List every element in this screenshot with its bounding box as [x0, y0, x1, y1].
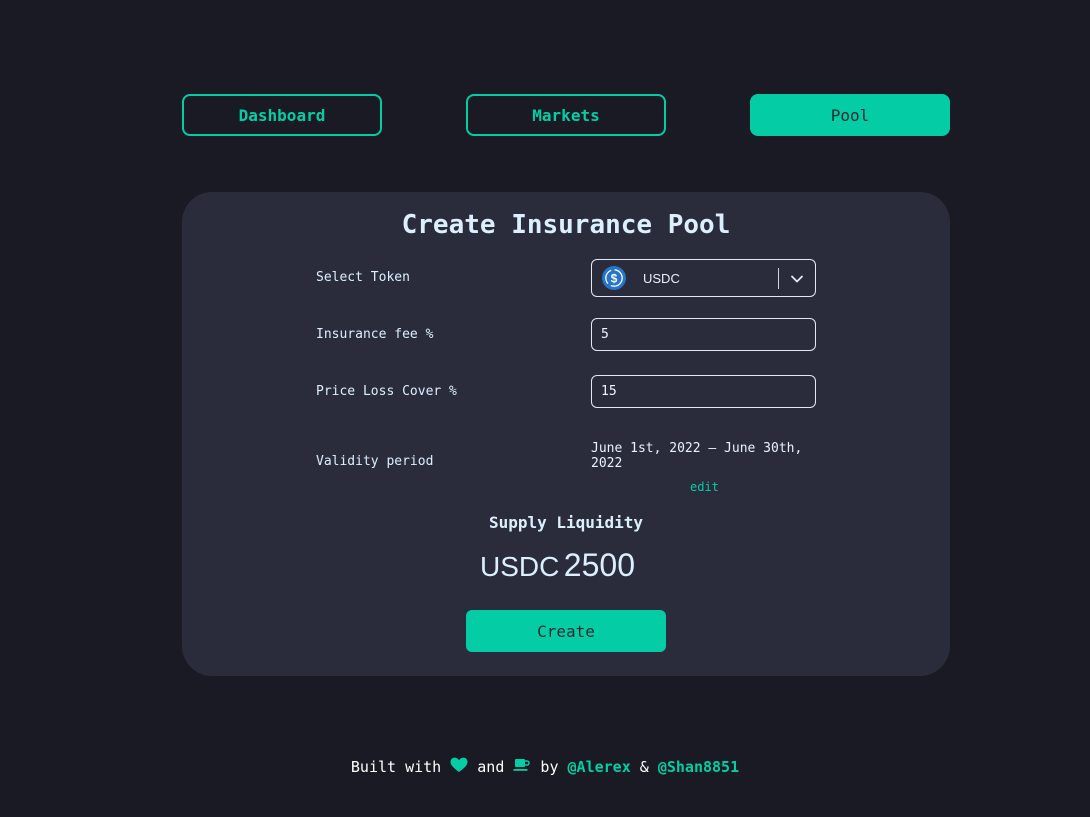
insurance-fee-label: Insurance fee %	[316, 327, 434, 342]
insurance-fee-input[interactable]	[591, 318, 816, 351]
author-shan8851-link[interactable]: @Shan8851	[658, 758, 739, 776]
usdc-icon: $	[602, 266, 626, 290]
footer: Built with and by @Alerex & @Shan8851	[0, 757, 1090, 776]
heart-icon	[450, 757, 468, 772]
select-token-label: Select Token	[316, 270, 410, 285]
card-title: Create Insurance Pool	[401, 210, 731, 240]
svg-text:$: $	[611, 272, 618, 286]
nav-markets-button[interactable]: Markets	[466, 94, 666, 136]
nav-dashboard-button[interactable]: Dashboard	[182, 94, 382, 136]
author-alerex-link[interactable]: @Alerex	[568, 758, 631, 776]
selected-token-label: USDC	[643, 270, 680, 286]
footer-amp: &	[639, 758, 649, 776]
nav-pool-button[interactable]: Pool	[750, 94, 950, 136]
price-loss-cover-label: Price Loss Cover %	[316, 384, 457, 399]
create-pool-card: Create Insurance Pool Select Token $ USD…	[182, 192, 950, 676]
coffee-icon	[513, 759, 531, 771]
validity-period-label: Validity period	[316, 454, 434, 469]
footer-by: by	[540, 758, 559, 776]
edit-validity-link[interactable]: edit	[690, 480, 719, 494]
supply-token-label: USDC	[480, 551, 560, 582]
price-loss-cover-input[interactable]	[591, 375, 816, 408]
chevron-down-icon[interactable]	[789, 271, 805, 287]
supply-amount-display: USDC 2500	[480, 547, 635, 584]
footer-and: and	[477, 758, 505, 776]
create-button[interactable]: Create	[466, 610, 666, 652]
select-separator	[778, 268, 779, 289]
token-select[interactable]: $ USDC	[591, 259, 816, 297]
supply-liquidity-title: Supply Liquidity	[488, 513, 644, 532]
footer-built-with: Built with	[350, 758, 442, 776]
validity-period-value: June 1st, 2022 – June 30th, 2022	[591, 441, 803, 471]
supply-amount-value: 2500	[563, 547, 635, 583]
